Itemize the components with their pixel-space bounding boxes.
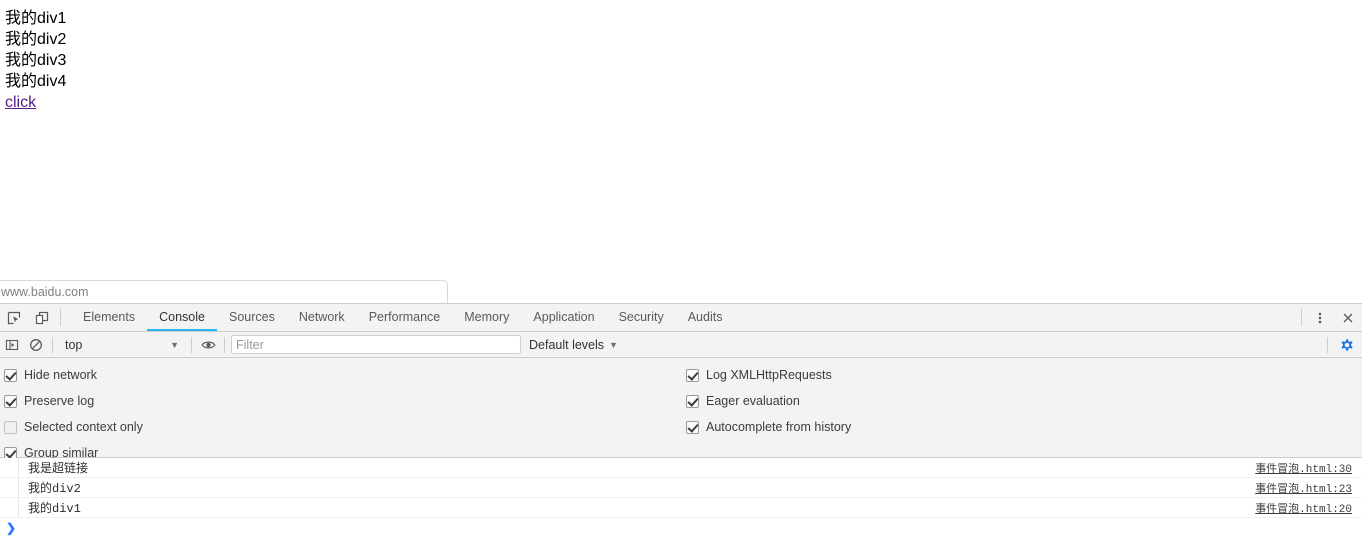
devtools-tabs: Elements Console Sources Network Perform…: [71, 304, 1297, 331]
setting-label: Hide network: [24, 368, 97, 382]
setting-label: Selected context only: [24, 420, 143, 434]
live-expression-icon[interactable]: [196, 332, 220, 358]
setting-label: Autocomplete from history: [706, 420, 852, 434]
console-filterbar: top ▼ Default levels ▼: [0, 332, 1362, 358]
devtools-tabbar: Elements Console Sources Network Perform…: [0, 304, 1362, 332]
checkbox-icon[interactable]: [4, 420, 17, 434]
page-div-1[interactable]: 我的div1: [0, 8, 1362, 29]
setting-label: Log XMLHttpRequests: [706, 368, 832, 382]
settings-left-column: Hide network Preserve log Selected conte…: [4, 362, 143, 466]
page-click-link[interactable]: click: [5, 92, 36, 113]
page-viewport: 我的div1 我的div2 我的div3 我的div4 click: [0, 0, 1362, 303]
console-message-row[interactable]: 我的div2 事件冒泡.html:23: [0, 478, 1362, 498]
settings-gear-icon[interactable]: [1332, 332, 1362, 358]
console-sidebar-icon[interactable]: [0, 332, 24, 358]
tab-audits[interactable]: Audits: [676, 304, 735, 331]
log-levels-select[interactable]: Default levels ▼: [523, 338, 624, 352]
tabbar-right-controls: [1297, 304, 1362, 331]
setting-selected-context-only[interactable]: Selected context only: [4, 414, 143, 440]
console-prompt-row[interactable]: ❯: [0, 518, 1362, 538]
tab-elements[interactable]: Elements: [71, 304, 147, 331]
devtools-panel: Elements Console Sources Network Perform…: [0, 303, 1362, 546]
console-settings-pane: Hide network Preserve log Selected conte…: [0, 358, 1362, 460]
setting-eager-evaluation[interactable]: Eager evaluation: [686, 388, 851, 414]
tab-performance[interactable]: Performance: [357, 304, 453, 331]
checkbox-icon[interactable]: [686, 368, 699, 382]
console-filter-input[interactable]: [231, 335, 521, 354]
console-message-source-link[interactable]: 事件冒泡.html:30: [1255, 460, 1362, 476]
console-message-source-link[interactable]: 事件冒泡.html:20: [1255, 500, 1362, 516]
checkbox-icon[interactable]: [686, 420, 699, 434]
tab-application[interactable]: Application: [521, 304, 606, 331]
setting-hide-network[interactable]: Hide network: [4, 362, 143, 388]
filterbar-divider-2: [191, 336, 192, 353]
tabbar-right-divider: [1301, 309, 1302, 326]
message-gutter: [4, 458, 19, 477]
console-message-text: 我的div1: [28, 502, 81, 516]
console-message-row[interactable]: 我是超链接 事件冒泡.html:30: [0, 458, 1362, 478]
page-div-2[interactable]: 我的div2: [0, 29, 1362, 50]
console-message-list[interactable]: 我是超链接 事件冒泡.html:30 我的div2 事件冒泡.html:23 我…: [0, 458, 1362, 546]
console-message-row[interactable]: 我的div1 事件冒泡.html:20: [0, 498, 1362, 518]
filterbar-divider-3: [224, 336, 225, 353]
setting-label: Preserve log: [24, 394, 95, 408]
execution-context-value: top: [65, 337, 83, 352]
tab-security[interactable]: Security: [607, 304, 676, 331]
setting-autocomplete-from-history[interactable]: Autocomplete from history: [686, 414, 851, 440]
console-message-source-link[interactable]: 事件冒泡.html:23: [1255, 480, 1362, 496]
console-message-text: 我是超链接: [28, 462, 89, 476]
message-gutter: [4, 478, 19, 497]
filterbar-divider-4: [1327, 336, 1328, 353]
checkbox-icon[interactable]: [4, 394, 17, 408]
setting-preserve-log[interactable]: Preserve log: [4, 388, 143, 414]
chevron-down-icon: ▼: [609, 339, 618, 350]
inspect-element-icon[interactable]: [0, 304, 28, 331]
execution-context-select[interactable]: top ▼: [57, 332, 187, 358]
setting-log-xmlhttprequests[interactable]: Log XMLHttpRequests: [686, 362, 851, 388]
page-div-4[interactable]: 我的div4: [0, 71, 1362, 92]
more-options-icon[interactable]: [1306, 304, 1334, 331]
settings-right-column: Log XMLHttpRequests Eager evaluation Aut…: [686, 362, 851, 440]
console-message-text: 我的div2: [28, 482, 81, 496]
tab-sources[interactable]: Sources: [217, 304, 287, 331]
setting-label: Eager evaluation: [706, 394, 800, 408]
close-icon[interactable]: [1334, 304, 1362, 331]
tab-console[interactable]: Console: [147, 304, 217, 331]
page-div-3[interactable]: 我的div3: [0, 50, 1362, 71]
checkbox-icon[interactable]: [686, 394, 699, 408]
tab-memory[interactable]: Memory: [452, 304, 521, 331]
log-levels-label: Default levels: [529, 337, 605, 352]
chevron-down-icon: ▼: [170, 339, 179, 350]
checkbox-icon[interactable]: [4, 368, 17, 382]
tabbar-divider: [60, 309, 61, 326]
prompt-marker-icon: ❯: [5, 521, 17, 535]
console-prompt-input[interactable]: [18, 521, 1362, 535]
status-bubble-url: www.baidu.com: [0, 280, 448, 303]
filterbar-divider-1: [52, 336, 53, 353]
clear-console-icon[interactable]: [24, 332, 48, 358]
device-toolbar-icon[interactable]: [28, 304, 56, 331]
message-gutter: [4, 498, 19, 517]
tab-network[interactable]: Network: [287, 304, 357, 331]
